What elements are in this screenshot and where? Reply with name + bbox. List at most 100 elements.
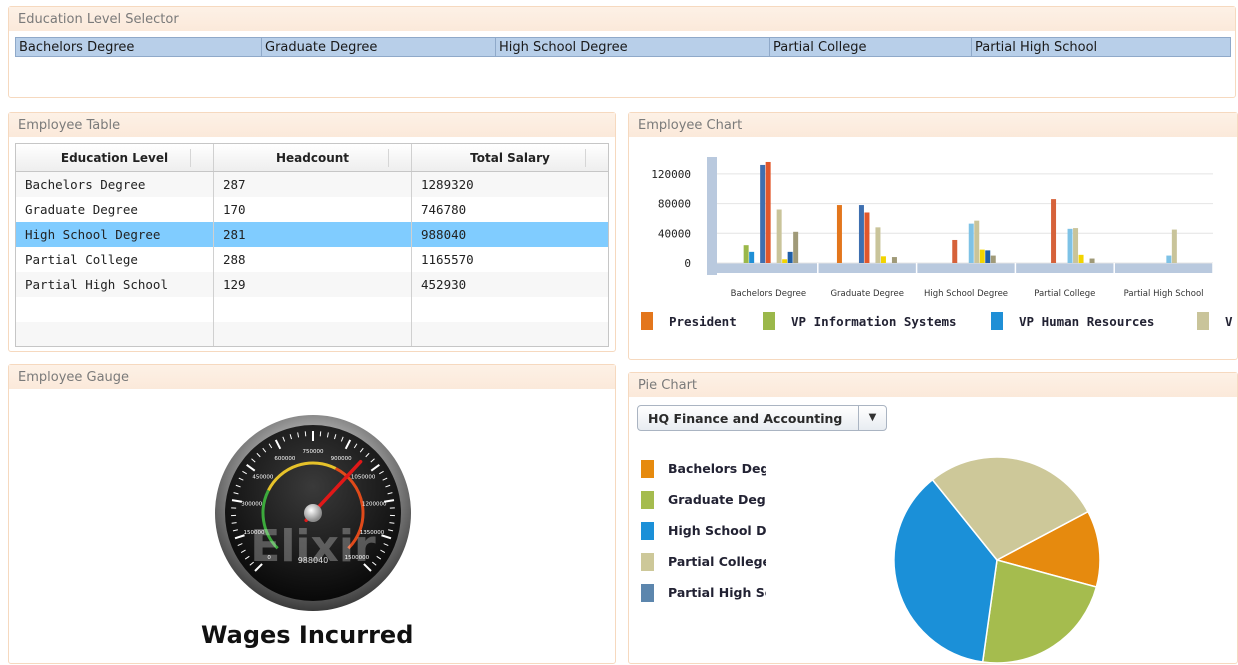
gauge-tick-label: 300000 — [241, 501, 262, 507]
legend-item: Graduate Degree — [641, 484, 766, 515]
bar — [1073, 228, 1078, 263]
legend-label: Partial College — [668, 554, 766, 569]
bar — [793, 232, 798, 263]
pie-chart-panel: Pie Chart HQ Finance and Accounting ▼ Ba… — [628, 372, 1238, 664]
legend-label: VP Information Systems — [791, 314, 957, 329]
cell-headcount: 170 — [214, 197, 412, 222]
cell-education: Partial High School — [16, 272, 214, 297]
bar — [980, 250, 985, 263]
bar — [788, 252, 793, 263]
bar — [1166, 256, 1171, 263]
legend-item: Bachelors Degree — [641, 453, 766, 484]
employee-chart-panel: Employee Chart 04000080000120000Bachelor… — [628, 112, 1238, 360]
table-row[interactable]: Bachelors Degree 287 1289320 — [16, 172, 608, 197]
table-row[interactable]: Partial College 288 1165570 — [16, 247, 608, 272]
cell-salary: 452930 — [412, 272, 608, 297]
legend-swatch — [991, 312, 1003, 330]
x-tick-label: Partial High School — [1124, 289, 1204, 299]
legend-label: Graduate Degree — [668, 492, 766, 507]
table-row-empty — [16, 297, 608, 322]
bar — [766, 162, 771, 263]
cell-headcount: 287 — [214, 172, 412, 197]
panel-title: Pie Chart — [629, 373, 1237, 397]
gauge-tick-label: 1050000 — [351, 475, 376, 481]
bar — [969, 224, 974, 263]
cell-education: Partial College — [16, 247, 214, 272]
legend-label: V — [1225, 314, 1233, 329]
bar — [952, 240, 957, 263]
x-tick-label: Graduate Degree — [830, 289, 903, 299]
gauge-tick-label: 450000 — [252, 475, 273, 481]
chevron-down-icon[interactable]: ▼ — [858, 406, 886, 430]
x-tick-label: High School Degree — [924, 289, 1008, 299]
department-dropdown[interactable]: HQ Finance and Accounting ▼ — [637, 405, 887, 431]
panel-title: Employee Chart — [629, 113, 1237, 137]
employee-gauge-panel: Employee Gauge 0150000300000450000600000… — [8, 364, 616, 664]
y-tick-label: 0 — [684, 257, 691, 270]
education-selector-bar: Bachelors Degree Graduate Degree High Sc… — [15, 37, 1231, 57]
cell-education: Bachelors Degree — [16, 172, 214, 197]
cell-salary: 988040 — [412, 222, 608, 247]
cell-empty — [412, 322, 608, 346]
y-tick-label: 80000 — [658, 198, 691, 211]
legend-item: High School Degree — [641, 515, 766, 546]
wages-gauge: 0150000300000450000600000750000900000105… — [9, 389, 617, 649]
bar — [1051, 199, 1056, 263]
selector-item-partial-college[interactable]: Partial College — [770, 38, 972, 56]
cell-education: Graduate Degree — [16, 197, 214, 222]
bar — [985, 250, 990, 263]
gauge-tick — [389, 523, 394, 524]
bar — [777, 210, 782, 263]
cell-empty — [214, 322, 412, 346]
gauge-label: Wages Incurred — [201, 621, 413, 649]
gauge-tick-label: 600000 — [274, 456, 295, 462]
legend-label: Partial High School — [668, 585, 766, 600]
bar — [1172, 230, 1177, 263]
cell-salary: 746780 — [412, 197, 608, 222]
x-tick-label: Partial College — [1034, 289, 1095, 299]
panel-title: Employee Table — [9, 113, 615, 137]
legend-swatch — [763, 312, 775, 330]
bar — [837, 205, 842, 263]
bar — [991, 256, 996, 263]
table-row[interactable]: Partial High School 129 452930 — [16, 272, 608, 297]
legend-swatch — [641, 522, 654, 540]
legend-swatch — [641, 460, 654, 478]
y-axis-band — [707, 157, 717, 275]
bar — [974, 221, 979, 263]
bar — [864, 212, 869, 263]
legend-label: VP Human Resources — [1019, 314, 1154, 329]
cell-empty — [214, 297, 412, 322]
bar — [1090, 259, 1095, 263]
bar — [1079, 255, 1084, 263]
cell-salary: 1289320 — [412, 172, 608, 197]
selector-item-graduate[interactable]: Graduate Degree — [262, 38, 496, 56]
column-header-headcount[interactable]: Headcount — [214, 144, 412, 171]
cell-headcount: 129 — [214, 272, 412, 297]
employee-table-panel: Employee Table Education Level Headcount… — [8, 112, 616, 352]
selector-item-partial-high-school[interactable]: Partial High School — [972, 38, 1230, 56]
column-header-total-salary[interactable]: Total Salary — [412, 144, 608, 171]
bar — [875, 227, 880, 263]
selector-item-high-school[interactable]: High School Degree — [496, 38, 770, 56]
table-row[interactable]: Graduate Degree 170 746780 — [16, 197, 608, 222]
gauge-tick — [232, 523, 237, 524]
column-header-education-level[interactable]: Education Level — [16, 144, 214, 171]
legend-swatch — [1197, 312, 1209, 330]
cell-headcount: 288 — [214, 247, 412, 272]
bar — [760, 165, 765, 263]
cell-empty — [16, 297, 214, 322]
x-tick-label: Bachelors Degree — [731, 289, 806, 299]
gauge-tick-label: 1200000 — [362, 501, 387, 507]
pie-chart — [887, 455, 1127, 665]
table-row-selected[interactable]: High School Degree 281 988040 — [16, 222, 608, 247]
cell-salary: 1165570 — [412, 247, 608, 272]
cell-education: High School Degree — [16, 222, 214, 247]
selector-item-bachelors[interactable]: Bachelors Degree — [16, 38, 262, 56]
bar — [859, 205, 864, 263]
bar — [881, 256, 886, 263]
legend-swatch — [641, 491, 654, 509]
employee-bar-chart: 04000080000120000Bachelors DegreeGraduat… — [629, 137, 1237, 359]
table-row-empty — [16, 322, 608, 346]
bar — [1068, 229, 1073, 263]
